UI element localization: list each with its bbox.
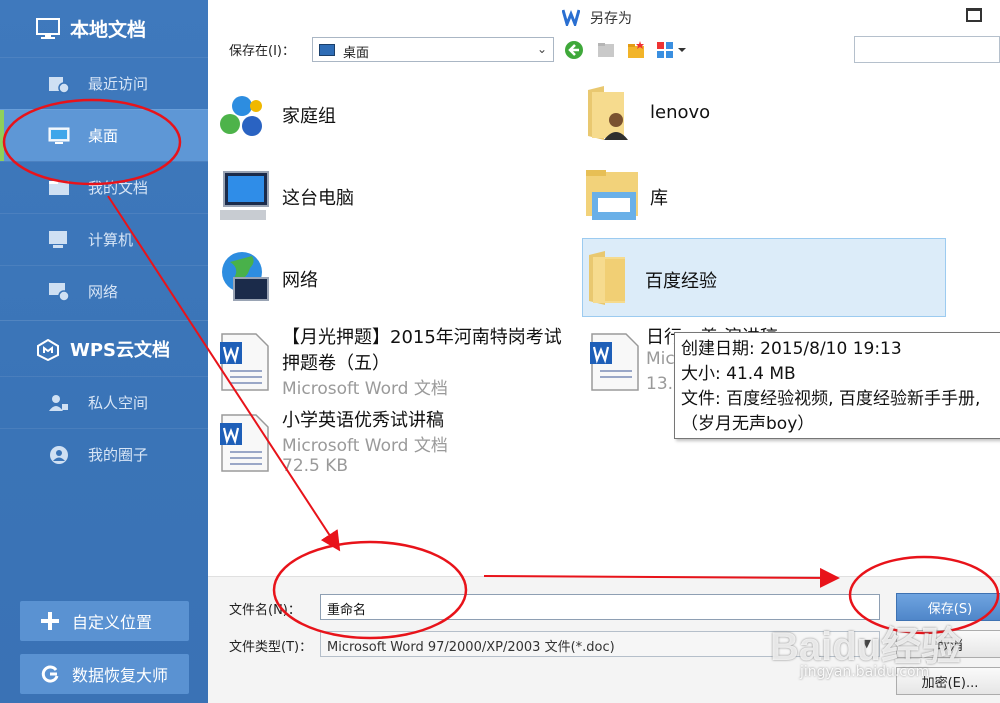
chevron-down-icon: ⌄: [536, 42, 547, 56]
sidebar-item-recent[interactable]: 最近访问: [0, 57, 208, 109]
custom-location-button[interactable]: 自定义位置: [20, 601, 189, 641]
file-item-network[interactable]: 网络: [216, 248, 546, 324]
network-icon: [49, 283, 70, 302]
file-item-baidu-jingyan[interactable]: 百度经验: [582, 238, 946, 317]
private-space-icon: [49, 395, 68, 411]
filetype-label: 文件类型(T)：: [229, 640, 313, 655]
desktop-icon: [48, 127, 70, 144]
network-globe-icon: [222, 252, 269, 301]
data-recovery-button[interactable]: 数据恢复大师: [20, 654, 189, 694]
sidebar-item-documents[interactable]: 我的文档: [0, 161, 208, 213]
word-doc-icon: [220, 333, 269, 391]
file-item-doc-exam[interactable]: 【月光押题】2015年河南特岗考试 押题卷（五） Microsoft Word …: [216, 322, 576, 412]
sidebar-item-circle[interactable]: 我的圈子: [0, 428, 208, 480]
save-in-select[interactable]: 桌面 ⌄: [312, 37, 554, 62]
homegroup-icon: [220, 96, 262, 136]
computer-icon: [49, 231, 67, 248]
window-title: 另存为: [590, 11, 632, 27]
file-item-lenovo[interactable]: lenovo: [584, 84, 914, 160]
wps-writer-icon: [562, 9, 580, 26]
cloud-docs-header[interactable]: WPS云文档: [0, 320, 208, 377]
sidebar: 本地文档 最近访问 桌面 我的文档 计算机 网络 WPS云文档 私人空间 我的圈…: [0, 0, 208, 703]
plus-icon: [41, 612, 59, 630]
baidu-watermark-url: jingyan.baidu.com: [800, 664, 930, 680]
recent-icon: [49, 77, 70, 94]
circle-icon: [50, 446, 68, 464]
file-item-this-pc[interactable]: 这台电脑: [216, 166, 546, 242]
file-item-homegroup[interactable]: 家庭组: [216, 84, 546, 160]
view-menu-icon[interactable]: [656, 40, 688, 60]
filename-label: 文件名(N)：: [229, 603, 301, 618]
title-bar: 另存为: [208, 0, 1000, 34]
this-pc-icon: [220, 171, 269, 220]
folder-icon: [589, 251, 625, 305]
recovery-icon: [41, 665, 59, 683]
word-doc-icon: [590, 333, 639, 391]
sidebar-item-private-space[interactable]: 私人空间: [0, 376, 208, 428]
documents-icon: [49, 181, 69, 195]
back-icon[interactable]: [564, 40, 584, 60]
sidebar-item-desktop[interactable]: 桌面: [0, 109, 208, 161]
user-folder-icon: [588, 86, 628, 140]
wps-cloud-icon: [37, 339, 59, 361]
sidebar-item-network[interactable]: 网络: [0, 265, 208, 317]
save-in-label: 保存在(I)：: [229, 44, 295, 59]
search-input[interactable]: [854, 36, 1000, 63]
new-folder-icon[interactable]: [626, 40, 646, 60]
folder-info-tooltip: 创建日期: 2015/8/10 19:13 大小: 41.4 MB 文件: 百度…: [674, 332, 1000, 439]
monitor-icon: [36, 18, 60, 39]
maximize-button[interactable]: [966, 8, 982, 22]
sidebar-item-computer[interactable]: 计算机: [0, 213, 208, 265]
desktop-small-icon: [319, 44, 335, 56]
word-doc-icon: [220, 414, 269, 472]
local-docs-header: 本地文档: [0, 0, 208, 57]
file-item-doc-speech[interactable]: 日行一善 演讲稿 Mic 13.: [586, 322, 778, 412]
up-folder-icon[interactable]: [596, 40, 616, 60]
file-item-doc-english[interactable]: 小学英语优秀试讲稿 Microsoft Word 文档 72.5 KB: [216, 405, 576, 495]
library-icon: [586, 170, 638, 220]
file-item-library[interactable]: 库: [584, 166, 914, 242]
local-docs-title: 本地文档: [70, 19, 147, 41]
